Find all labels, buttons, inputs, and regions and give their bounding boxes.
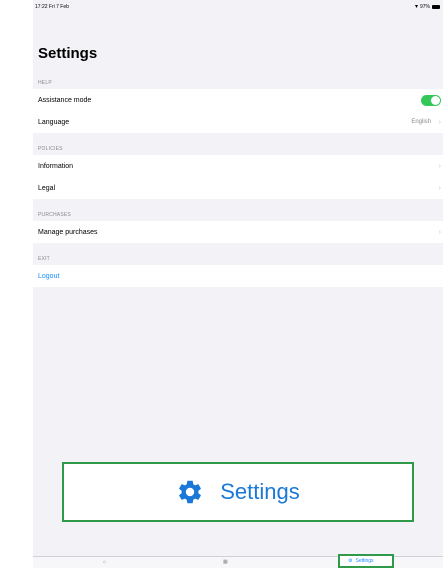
manage-purchases-label: Manage purchases (38, 228, 98, 236)
toggle-knob (431, 96, 440, 105)
status-bar: 17:22 Fri 7 Feb ▾ 97% (33, 4, 443, 14)
tab-grid[interactable]: ▦ (223, 559, 231, 565)
wifi-icon: ▾ (414, 4, 418, 10)
battery-icon (432, 5, 440, 9)
tab-bar: ⌂ ▦ ⚙ Settings (33, 554, 443, 568)
settings-callout-label: Settings (220, 479, 300, 504)
language-value: English (411, 119, 431, 125)
settings-callout: Settings (62, 462, 414, 522)
battery-percent: 97% (419, 4, 430, 10)
information-row[interactable]: Information › (33, 155, 443, 177)
status-time: 17:22 Fri 7 Feb (35, 4, 69, 10)
manage-purchases-row[interactable]: Manage purchases › (33, 221, 443, 243)
chevron-right-icon: › (438, 162, 441, 170)
assistance-mode-toggle[interactable] (421, 95, 441, 106)
tab-settings-label: Settings (355, 558, 374, 564)
language-row[interactable]: Language English › (33, 111, 443, 133)
information-label: Information (38, 162, 74, 170)
status-right: ▾ 97% (415, 4, 440, 10)
legal-row[interactable]: Legal › (33, 177, 443, 199)
logout-row[interactable]: Logout (33, 265, 443, 287)
home-icon: ⌂ (103, 559, 107, 565)
chevron-right-icon: › (438, 184, 441, 192)
section-header-help: HELP (38, 80, 52, 86)
assistance-mode-row[interactable]: Assistance mode (33, 89, 443, 111)
section-header-purchases: PURCHASES (38, 212, 71, 218)
status-time-text: 17:22 (35, 4, 48, 10)
logout-button[interactable]: Logout (38, 273, 59, 280)
grid-icon: ▦ (223, 559, 228, 565)
gear-icon: ⚙ (348, 558, 353, 564)
tab-home[interactable]: ⌂ (103, 559, 109, 565)
tab-settings-inner: ⚙ Settings (348, 558, 374, 564)
status-date-text: Fri 7 Feb (48, 4, 69, 10)
section-header-exit: EXIT (38, 256, 50, 262)
legal-label: Legal (38, 184, 56, 192)
section-header-policies: POLICIES (38, 146, 63, 152)
chevron-right-icon: › (438, 228, 441, 236)
language-label: Language (38, 118, 70, 126)
assistance-mode-label: Assistance mode (38, 96, 92, 104)
page-title: Settings (38, 45, 98, 62)
gear-icon (179, 480, 202, 504)
chevron-right-icon: › (438, 118, 441, 126)
tab-settings[interactable]: ⚙ Settings (338, 554, 394, 568)
